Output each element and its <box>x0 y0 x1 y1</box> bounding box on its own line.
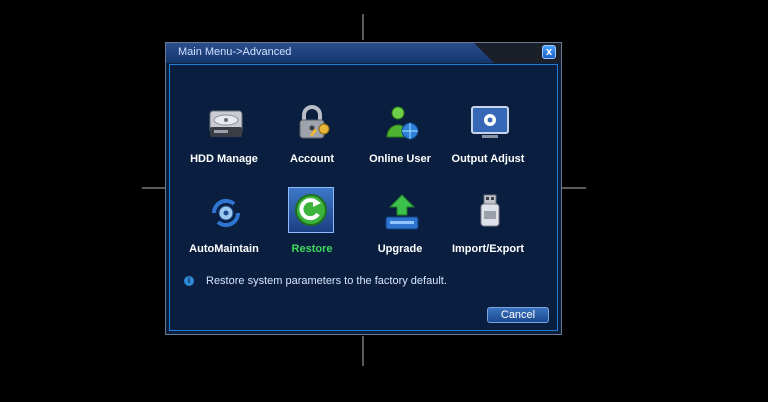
advanced-menu-window: Main Menu->Advanced x HDD Manage Account… <box>165 42 562 335</box>
lock-key-icon <box>294 103 334 143</box>
menu-item-label: AutoMaintain <box>189 243 259 255</box>
menu-item-restore[interactable]: Restore <box>272 187 352 265</box>
close-button[interactable]: x <box>542 45 556 59</box>
window-title: Main Menu->Advanced <box>178 46 292 58</box>
menu-item-label: Import/Export <box>451 243 525 255</box>
crosshair-top-line <box>362 14 364 40</box>
title-bar: Main Menu->Advanced x <box>166 43 561 63</box>
usb-drive-icon <box>470 193 510 233</box>
menu-item-label: Restore <box>291 243 333 255</box>
menu-item-hdd-manage[interactable]: HDD Manage <box>184 103 264 175</box>
menu-item-account[interactable]: Account <box>272 103 352 175</box>
menu-item-label: Output Adjust <box>451 153 525 165</box>
menu-item-import-export[interactable]: Import/Export <box>448 193 528 265</box>
info-text: Restore system parameters to the factory… <box>206 275 447 287</box>
menu-item-label: HDD Manage <box>190 153 258 165</box>
user-globe-icon <box>382 103 422 143</box>
menu-panel: HDD Manage Account Online User Output Ad… <box>169 64 558 331</box>
info-line: i Restore system parameters to the facto… <box>184 275 447 287</box>
crosshair-right-line <box>562 187 586 189</box>
maintain-icon <box>206 193 246 233</box>
menu-item-output-adjust[interactable]: Output Adjust <box>448 103 528 175</box>
info-icon: i <box>184 276 194 286</box>
crosshair-bottom-line <box>362 336 364 366</box>
menu-item-upgrade[interactable]: Upgrade <box>360 193 440 265</box>
hdd-icon <box>206 103 246 143</box>
menu-item-label: Upgrade <box>377 243 423 255</box>
menu-item-label: Account <box>290 153 334 165</box>
crosshair-left-line <box>142 187 166 189</box>
menu-item-label: Online User <box>369 153 431 165</box>
restore-icon <box>288 187 334 233</box>
cancel-button[interactable]: Cancel <box>487 307 549 323</box>
menu-item-online-user[interactable]: Online User <box>360 103 440 175</box>
menu-item-automaintain[interactable]: AutoMaintain <box>184 193 264 265</box>
upgrade-icon <box>382 193 422 233</box>
monitor-gear-icon <box>470 103 510 143</box>
